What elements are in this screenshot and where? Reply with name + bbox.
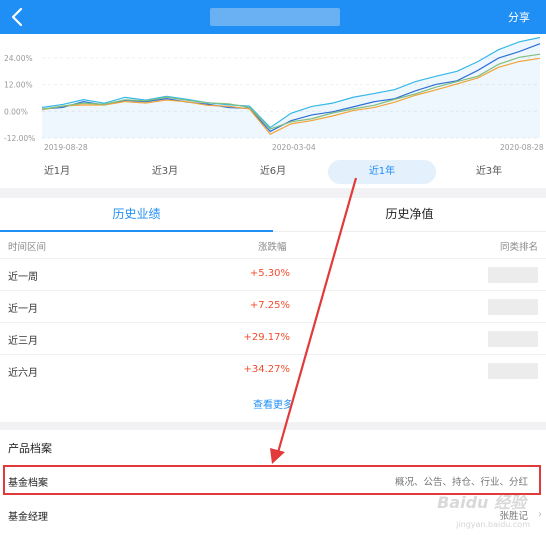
watermark-logo-icon: Baidu 经验 (437, 493, 526, 512)
x-tick-label: 2019-08-28 (44, 143, 88, 152)
row-period: 近一月 (8, 304, 38, 315)
history-tabs: 历史业绩 历史净值 (0, 198, 546, 232)
back-arrow-icon[interactable] (6, 5, 30, 29)
table-row: 近一月 +7.25% (0, 290, 546, 322)
row-period: 近六月 (8, 368, 38, 379)
row-rank-blurred (488, 267, 538, 283)
header-interval: 时间区间 (8, 242, 47, 253)
fund-manager-label: 基金经理 (8, 512, 48, 523)
y-tick-label: -12.00% (4, 134, 35, 143)
row-change: +5.30% (249, 268, 290, 279)
row-change: +7.25% (249, 300, 290, 311)
period-tab-3m[interactable]: 近3月 (120, 160, 210, 184)
section-divider (0, 422, 546, 430)
header-change: 涨跌幅 (258, 242, 287, 253)
row-rank-blurred (488, 363, 538, 379)
performance-chart: 24.00% 12.00% 0.00% -12.00% 2019-08-28 2020-0… (0, 34, 546, 156)
period-tab-6m[interactable]: 近6月 (228, 160, 318, 184)
row-change: +34.27% (243, 364, 290, 375)
row-change: +29.17% (243, 332, 290, 343)
tab-nav-history[interactable]: 历史净值 (273, 198, 546, 232)
x-tick-label: 2020-08-28 (500, 143, 544, 152)
row-rank-blurred (488, 299, 538, 315)
table-row: 近三月 +29.17% (0, 322, 546, 354)
chart-area-fill (42, 37, 540, 138)
row-period: 近三月 (8, 336, 38, 347)
period-tab-1m[interactable]: 近1月 (12, 160, 102, 184)
header-rank: 同类排名 (499, 242, 538, 253)
y-tick-label: 0.00% (4, 107, 28, 116)
period-tab-1y[interactable]: 近1年 (328, 160, 436, 184)
section-divider (0, 188, 546, 198)
chevron-right-icon: › (538, 509, 542, 520)
table-row: 近一周 +5.30% (0, 258, 546, 290)
fund-title-blurred (210, 8, 340, 26)
y-tick-label: 24.00% (4, 54, 33, 63)
view-more-link[interactable]: 查看更多 (0, 396, 546, 411)
table-row: 近六月 +34.27% (0, 354, 546, 386)
period-tab-3y[interactable]: 近3年 (444, 160, 534, 184)
watermark-url-icon: jingyan.baidu.com (456, 520, 530, 529)
table-header: 时间区间 涨跌幅 同类排名 (0, 232, 546, 258)
line-chart: 24.00% 12.00% 0.00% -12.00% 2019-08-28 2020-0… (4, 36, 544, 152)
share-button[interactable]: 分享 (508, 9, 530, 25)
x-tick-label: 2020-03-04 (272, 143, 316, 152)
tab-performance-history[interactable]: 历史业绩 (0, 198, 273, 232)
performance-table: 时间区间 涨跌幅 同类排名 近一周 +5.30% 近一月 +7.25% 近三月 … (0, 232, 546, 422)
profile-section-title: 产品档案 (8, 442, 52, 455)
top-bar: 分享 (0, 0, 546, 34)
row-rank-blurred (488, 331, 538, 347)
y-tick-label: 12.00% (4, 81, 33, 90)
period-selector: 近1月 近3月 近6月 近1年 近3年 (0, 156, 546, 188)
row-period: 近一周 (8, 272, 38, 283)
